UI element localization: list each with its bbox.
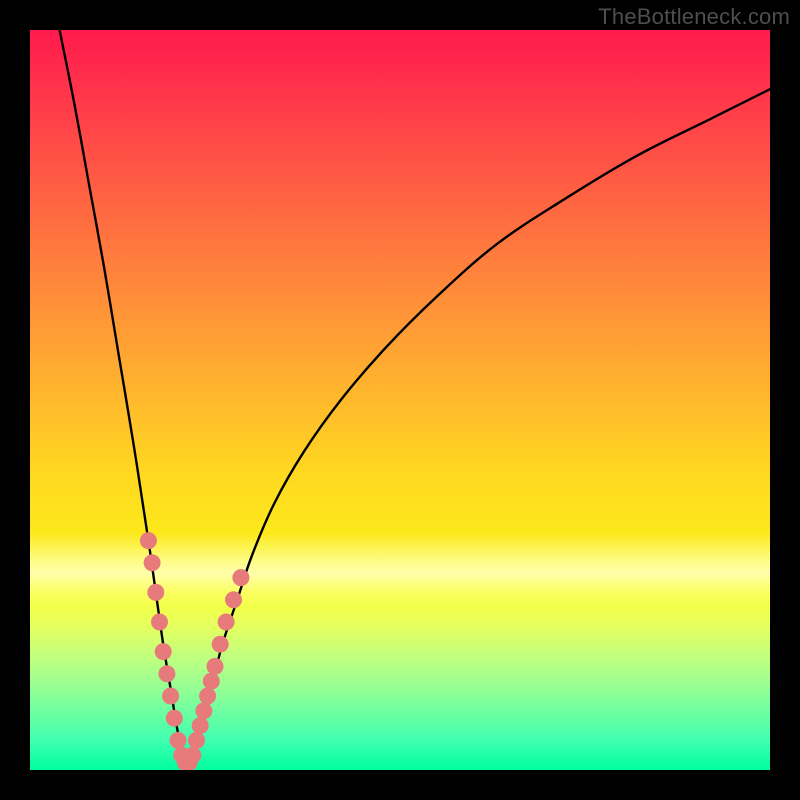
marker-dot [203,673,220,690]
marker-dot [140,532,157,549]
marker-dot [170,732,187,749]
marker-dot [192,717,209,734]
marker-dot [155,643,172,660]
marker-dot [144,554,161,571]
marker-dot [212,636,229,653]
marker-dot [218,614,235,631]
marker-dot [199,688,216,705]
watermark-text: TheBottleneck.com [598,4,790,30]
marker-dot [195,702,212,719]
marker-dot [166,710,183,727]
marker-dot [232,569,249,586]
chart-svg [30,30,770,770]
marker-dot [151,614,168,631]
marker-dot [147,584,164,601]
chart-frame: TheBottleneck.com [0,0,800,800]
marker-dot [188,732,205,749]
marker-dot [184,747,201,764]
marker-dot [225,591,242,608]
marker-dot [162,688,179,705]
plot-area [30,30,770,770]
marker-dot [207,658,224,675]
marker-dot [158,665,175,682]
highlighted-points-group [140,532,250,770]
